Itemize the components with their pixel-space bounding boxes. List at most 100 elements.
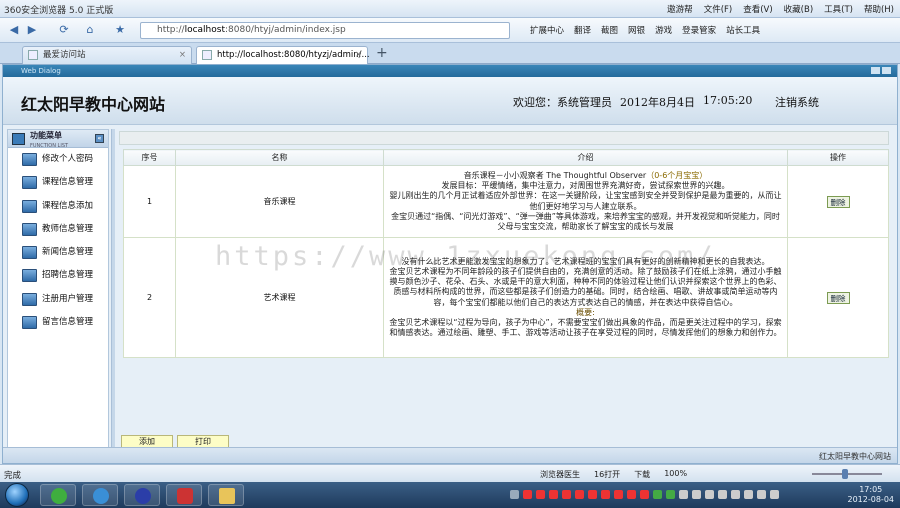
tray-icon[interactable] <box>718 490 727 499</box>
intro-text: 音乐课程－小小观察者 The Thoughtful Observer <box>463 170 647 180</box>
taskbar-folder[interactable] <box>208 484 244 506</box>
row-course-intro: 音乐课程－小小观察者 The Thoughtful Observer（0-6个月… <box>383 165 788 238</box>
tray-icon[interactable] <box>705 490 714 499</box>
toolbar-games[interactable]: 游戏 <box>655 24 672 36</box>
tab-admin-page[interactable]: http://localhost:8080/htyzj/admin/... × <box>196 46 370 64</box>
logout-link[interactable]: 注销系统 <box>775 94 819 110</box>
tray-icon[interactable] <box>562 490 571 499</box>
taskbar-app-globe[interactable] <box>124 484 160 506</box>
toolbar-translate[interactable]: 翻译 <box>574 24 591 36</box>
sidebar-item-label: 教师信息管理 <box>42 223 94 234</box>
close-icon[interactable]: × <box>179 47 186 63</box>
sidebar-item-message-manage[interactable]: 留言信息管理 <box>8 311 108 334</box>
browser-toolbar: 扩展中心 翻译 截图 网银 游戏 登录管家 站长工具 <box>530 24 760 36</box>
tray-icon[interactable] <box>588 490 597 499</box>
taskbar-app-red[interactable] <box>166 484 202 506</box>
tray-icon[interactable] <box>731 490 740 499</box>
menu-item-help-tool[interactable]: 遨游帮 <box>667 3 693 15</box>
tray-icon[interactable] <box>601 490 610 499</box>
tray-icon[interactable] <box>666 490 675 499</box>
minimize-icon[interactable] <box>871 67 880 74</box>
taskbar-ie[interactable] <box>82 484 118 506</box>
collapse-icon[interactable]: « <box>95 134 104 143</box>
table-row: 2 艺术课程 没有什么比艺术更能激发宝宝的想象力了。艺术课程班的宝宝们具有更好的… <box>123 237 889 358</box>
forward-arrow-icon[interactable]: ▶ <box>24 22 40 38</box>
row-course-name: 音乐课程 <box>175 165 384 238</box>
tray-icon[interactable] <box>575 490 584 499</box>
browser-app-title: 360安全浏览器 5.0 正式版 <box>4 6 114 16</box>
status-text: 完成 <box>4 471 22 481</box>
refresh-icon[interactable]: ⟳ <box>56 22 72 38</box>
content-top-bar <box>119 131 889 145</box>
zoom-slider-handle[interactable] <box>842 469 848 479</box>
toolbar-screenshot[interactable]: 截图 <box>601 24 618 36</box>
toolbar-bank[interactable]: 网银 <box>628 24 645 36</box>
monitor-icon <box>22 199 37 213</box>
tray-icon[interactable] <box>549 490 558 499</box>
clock-time: 17:05 <box>859 485 883 494</box>
clock-date: 2012-08-04 <box>847 495 895 504</box>
start-button[interactable] <box>5 483 29 507</box>
tray-icon[interactable] <box>770 490 779 499</box>
tray-icon[interactable] <box>692 490 701 499</box>
panel-splitter[interactable] <box>111 129 115 449</box>
browser-doctor-button[interactable]: 浏览器医生 <box>540 469 580 480</box>
monitor-icon <box>22 222 37 236</box>
taskbar-clock[interactable]: 17:05 2012-08-04 <box>848 485 895 505</box>
sidebar-item-news-manage[interactable]: 新闻信息管理 <box>8 241 108 264</box>
site-header: 红太阳早教中心网站 欢迎您：系统管理员 2012年8月4日 17:05:20 注… <box>3 77 897 125</box>
new-tab-icon[interactable]: + <box>376 45 388 61</box>
tray-icon[interactable] <box>510 490 519 499</box>
menu-item-help[interactable]: 帮助(H) <box>864 3 894 15</box>
page-frame: Web Dialog 红太阳早教中心网站 欢迎您：系统管理员 2012年8月4日… <box>2 64 898 464</box>
row-course-intro: 没有什么比艺术更能激发宝宝的想象力了。艺术课程班的宝宝们具有更好的创新精神和更长… <box>383 237 788 358</box>
intro-line: 金宝贝艺术课程为不同年龄段的孩子们提供自由的，充满创意的活动。除了鼓励孩子们在纸… <box>389 266 782 307</box>
tray-icon[interactable] <box>627 490 636 499</box>
column-header-number: 序号 <box>123 149 176 166</box>
menu-item-file[interactable]: 文件(F) <box>704 3 733 15</box>
address-host: localhost <box>184 25 225 35</box>
tray-icon[interactable] <box>679 490 688 499</box>
browser-title-bar: 360安全浏览器 5.0 正式版 遨游帮 文件(F) 查看(V) 收藏(B) 工… <box>0 0 900 18</box>
tray-icon[interactable] <box>744 490 753 499</box>
tray-icon[interactable] <box>523 490 532 499</box>
intro-line: 没有什么比艺术更能激发宝宝的想象力了。艺术课程班的宝宝们具有更好的创新精神和更长… <box>401 256 770 266</box>
site-name: 红太阳早教中心网站 <box>21 95 166 114</box>
menu-item-tools[interactable]: 工具(T) <box>824 3 853 15</box>
table-header-row: 序号 名称 介绍 操作 <box>123 149 889 166</box>
tray-icon[interactable] <box>640 490 649 499</box>
delete-button[interactable]: 删除 <box>826 195 850 208</box>
sidebar-item-teacher-manage[interactable]: 教师信息管理 <box>8 218 108 241</box>
close-icon[interactable]: × <box>355 47 362 63</box>
sidebar-item-recruit-manage[interactable]: 招聘信息管理 <box>8 264 108 287</box>
open-count-button[interactable]: 16打开 <box>594 469 620 480</box>
download-button[interactable]: 下载 <box>634 469 650 480</box>
toolbar-login-manager[interactable]: 登录管家 <box>682 24 716 36</box>
tab-label: 最爱访问站 <box>43 50 86 60</box>
favorite-star-icon[interactable]: ★ <box>112 22 128 38</box>
zoom-level[interactable]: 100% <box>664 469 687 480</box>
toolbar-extensions[interactable]: 扩展中心 <box>530 24 564 36</box>
column-header-action: 操作 <box>787 149 889 166</box>
sidebar-item-course-add[interactable]: 课程信息添加 <box>8 195 108 218</box>
home-icon[interactable]: ⌂ <box>82 22 98 38</box>
toolbar-webmaster-tools[interactable]: 站长工具 <box>726 24 760 36</box>
zoom-slider[interactable] <box>812 469 882 479</box>
tray-icon[interactable] <box>536 490 545 499</box>
menu-item-view[interactable]: 查看(V) <box>743 3 772 15</box>
tray-icon[interactable] <box>614 490 623 499</box>
sidebar-item-course-manage[interactable]: 课程信息管理 <box>8 171 108 194</box>
tray-icon[interactable] <box>653 490 662 499</box>
menu-item-favorites[interactable]: 收藏(B) <box>784 3 813 15</box>
taskbar-360-browser[interactable] <box>40 484 76 506</box>
tray-icon[interactable] <box>757 490 766 499</box>
tab-favorites[interactable]: 最爱访问站 × <box>22 46 192 64</box>
sidebar-item-change-password[interactable]: 修改个人密码 <box>8 148 108 171</box>
delete-button[interactable]: 删除 <box>826 291 850 304</box>
browser-status-bar: 完成 浏览器医生 16打开 下载 100% <box>0 464 900 482</box>
intro-line: 金宝贝通过“指偶、“问光灯游戏”、“弹一弹曲”等具体游戏，来培养宝宝的感观，并开… <box>391 211 780 231</box>
close-icon[interactable] <box>882 67 891 74</box>
address-bar[interactable]: http://localhost:8080/htyj/admin/index.j… <box>140 22 510 39</box>
back-arrow-icon[interactable]: ◀ <box>6 22 22 38</box>
sidebar-item-user-manage[interactable]: 注册用户管理 <box>8 288 108 311</box>
